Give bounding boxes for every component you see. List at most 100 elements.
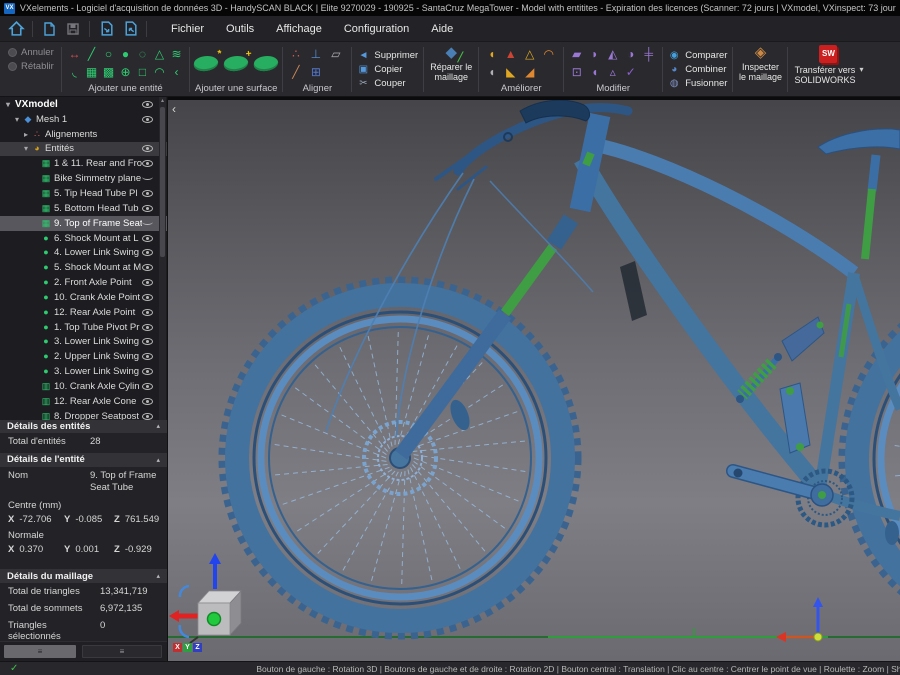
collapse-section-icon[interactable]: ▴ bbox=[156, 572, 160, 580]
visibility-eye-icon[interactable] bbox=[142, 309, 153, 316]
tree-node[interactable]: ●2. Upper Link Swing bbox=[0, 349, 167, 364]
polyline-icon[interactable]: ‹ bbox=[168, 63, 185, 81]
tree-node[interactable]: ▦5. Bottom Head Tub bbox=[0, 201, 167, 216]
model-viewport[interactable]: ‹ XYZ bbox=[168, 97, 900, 661]
tree-node[interactable]: ●4. Lower Link Swing bbox=[0, 245, 167, 260]
add-surface-simple-icon[interactable] bbox=[254, 54, 279, 71]
mirror-icon[interactable]: ◖ bbox=[586, 63, 603, 81]
distance-icon[interactable]: ↔ bbox=[66, 45, 83, 63]
inspect-mesh-button[interactable]: ◈ Inspecter le maillage bbox=[734, 43, 786, 85]
cone-icon[interactable]: △ bbox=[151, 45, 168, 63]
mesh-details-header[interactable]: Détails du maillage ▴ bbox=[0, 569, 167, 583]
tree-node[interactable]: ●3. Lower Link Swing bbox=[0, 335, 167, 350]
smooth-icon[interactable]: ◗ bbox=[586, 45, 603, 63]
tree-node[interactable]: ●10. Crank Axle Point bbox=[0, 290, 167, 305]
visibility-eye-icon[interactable] bbox=[142, 383, 153, 390]
ellipse-icon[interactable]: ◌ bbox=[134, 45, 151, 63]
tree-node[interactable]: ▥8. Dropper Seatpost bbox=[0, 409, 167, 420]
extend-mesh-icon[interactable]: ◣ bbox=[502, 63, 519, 81]
cut-button[interactable]: ✂Couper bbox=[357, 77, 418, 90]
visibility-eye-icon[interactable] bbox=[142, 160, 153, 167]
visibility-eye-icon[interactable] bbox=[142, 353, 153, 360]
defeature-icon[interactable]: ▰ bbox=[568, 45, 585, 63]
clean-mesh-icon[interactable]: ▲ bbox=[502, 45, 519, 63]
add-surface-manual-icon[interactable]: + bbox=[224, 54, 249, 71]
confirm-icon[interactable]: ✓ bbox=[622, 63, 639, 81]
visibility-eye-icon[interactable] bbox=[142, 294, 153, 301]
visibility-eye-icon[interactable] bbox=[142, 190, 153, 197]
shift-plane-icon[interactable]: ╪ bbox=[640, 45, 657, 63]
menu-aide[interactable]: Aide bbox=[421, 19, 463, 39]
visibility-hidden-icon[interactable] bbox=[142, 219, 153, 225]
tree-node[interactable]: ●12. Rear Axle Point bbox=[0, 305, 167, 320]
circle-icon[interactable]: ○ bbox=[100, 45, 117, 63]
delete-button[interactable]: ◄Supprimer bbox=[357, 49, 418, 62]
tree-node[interactable]: ▾◆Mesh 1 bbox=[0, 112, 167, 127]
plane-icon[interactable]: ▦ bbox=[83, 63, 100, 81]
fill-partial-icon[interactable]: ◖ bbox=[483, 63, 500, 81]
visibility-eye-icon[interactable] bbox=[142, 116, 153, 123]
collapse-section-icon[interactable]: ▴ bbox=[156, 456, 160, 464]
new-session-icon[interactable] bbox=[39, 19, 59, 39]
menu-configuration[interactable]: Configuration bbox=[334, 19, 419, 39]
scroll-up-icon[interactable]: ▴ bbox=[159, 97, 166, 105]
copy-button[interactable]: ▣Copier bbox=[357, 63, 418, 76]
visibility-eye-icon[interactable] bbox=[142, 145, 153, 152]
tree-node[interactable]: ●6. Shock Mount at L bbox=[0, 231, 167, 246]
line-icon[interactable]: ╱ bbox=[83, 45, 100, 63]
chevron-right-icon[interactable]: ▸ bbox=[21, 130, 31, 139]
save-icon[interactable] bbox=[63, 19, 83, 39]
fill-holes-icon[interactable]: ◖ bbox=[483, 45, 500, 63]
tree-node[interactable]: ▦1 & 11. Rear and Fro bbox=[0, 156, 167, 171]
list-view-button[interactable]: ≡ bbox=[82, 645, 162, 658]
smooth-boundary-icon[interactable]: ◠ bbox=[540, 45, 557, 63]
redo-button[interactable]: Rétablir bbox=[8, 61, 54, 72]
tree-node[interactable]: ▾◕Entités bbox=[0, 142, 167, 157]
visibility-eye-icon[interactable] bbox=[142, 205, 153, 212]
grid-plane-icon[interactable]: ▩ bbox=[100, 63, 117, 81]
tree-node[interactable]: ▥12. Rear Axle Cone bbox=[0, 394, 167, 409]
collapse-section-icon[interactable]: ▴ bbox=[156, 422, 160, 430]
scale-icon[interactable]: ▵ bbox=[604, 63, 621, 81]
scrollbar-thumb[interactable] bbox=[160, 107, 165, 257]
tree-node[interactable]: ▾VXmodel bbox=[0, 97, 167, 112]
menu-outils[interactable]: Outils bbox=[216, 19, 264, 39]
reduce-mesh-icon[interactable]: ◢ bbox=[521, 63, 538, 81]
point-icon[interactable]: ● bbox=[117, 45, 134, 63]
tree-view-button[interactable]: ≡ bbox=[4, 645, 76, 658]
visibility-eye-icon[interactable] bbox=[142, 264, 153, 271]
menu-fichier[interactable]: Fichier bbox=[161, 19, 214, 39]
bike-3d-model[interactable] bbox=[168, 97, 900, 661]
entities-details-header[interactable]: Détails des entités ▴ bbox=[0, 420, 167, 434]
chevron-down-icon[interactable]: ▾ bbox=[12, 115, 22, 124]
visibility-eye-icon[interactable] bbox=[142, 324, 153, 331]
tree-node[interactable]: ▥10. Crank Axle Cylin bbox=[0, 379, 167, 394]
tree-node[interactable]: ●5. Shock Mount at M bbox=[0, 260, 167, 275]
tree-scrollbar[interactable]: ▴ bbox=[159, 97, 166, 420]
cut-mesh-icon[interactable]: ⊡ bbox=[568, 63, 585, 81]
chevron-down-icon[interactable]: ▾ bbox=[3, 100, 13, 109]
import-session-icon[interactable] bbox=[96, 19, 116, 39]
arc-icon[interactable]: ◟ bbox=[66, 63, 83, 81]
align-axis-icon[interactable]: ╱ bbox=[287, 63, 304, 81]
subdivide-icon[interactable]: ◑ bbox=[622, 45, 639, 63]
export-session-icon[interactable] bbox=[120, 19, 140, 39]
tree-node[interactable]: ●3. Lower Link Swing bbox=[0, 364, 167, 379]
layers-icon[interactable]: ≋ bbox=[168, 45, 185, 63]
visibility-eye-icon[interactable] bbox=[142, 235, 153, 242]
tree-node[interactable]: ●2. Front Axle Point bbox=[0, 275, 167, 290]
tree-node[interactable]: ●1. Top Tube Pivot Pr bbox=[0, 320, 167, 335]
visibility-eye-icon[interactable] bbox=[142, 368, 153, 375]
add-surface-wizard-icon[interactable]: * bbox=[194, 54, 219, 71]
tree-node[interactable]: ▦5. Tip Head Tube Pl bbox=[0, 186, 167, 201]
decimate-icon[interactable]: ◭ bbox=[604, 45, 621, 63]
combine-button[interactable]: ◕Combiner bbox=[668, 63, 727, 76]
visibility-eye-icon[interactable] bbox=[142, 398, 153, 405]
compare-button[interactable]: ◉Comparer bbox=[668, 49, 727, 62]
merge-button[interactable]: ◍Fusionner bbox=[668, 77, 727, 90]
tree-node[interactable]: ▦Bike Simmetry plane bbox=[0, 171, 167, 186]
tree-node[interactable]: ▦9. Top of Frame Seat bbox=[0, 216, 167, 231]
transfer-solidworks-button[interactable]: SW Transférer vers SOLIDWORKS ▾ bbox=[789, 43, 867, 88]
arc-open-icon[interactable]: ◠ bbox=[151, 63, 168, 81]
chevron-down-icon[interactable]: ▾ bbox=[21, 144, 31, 153]
